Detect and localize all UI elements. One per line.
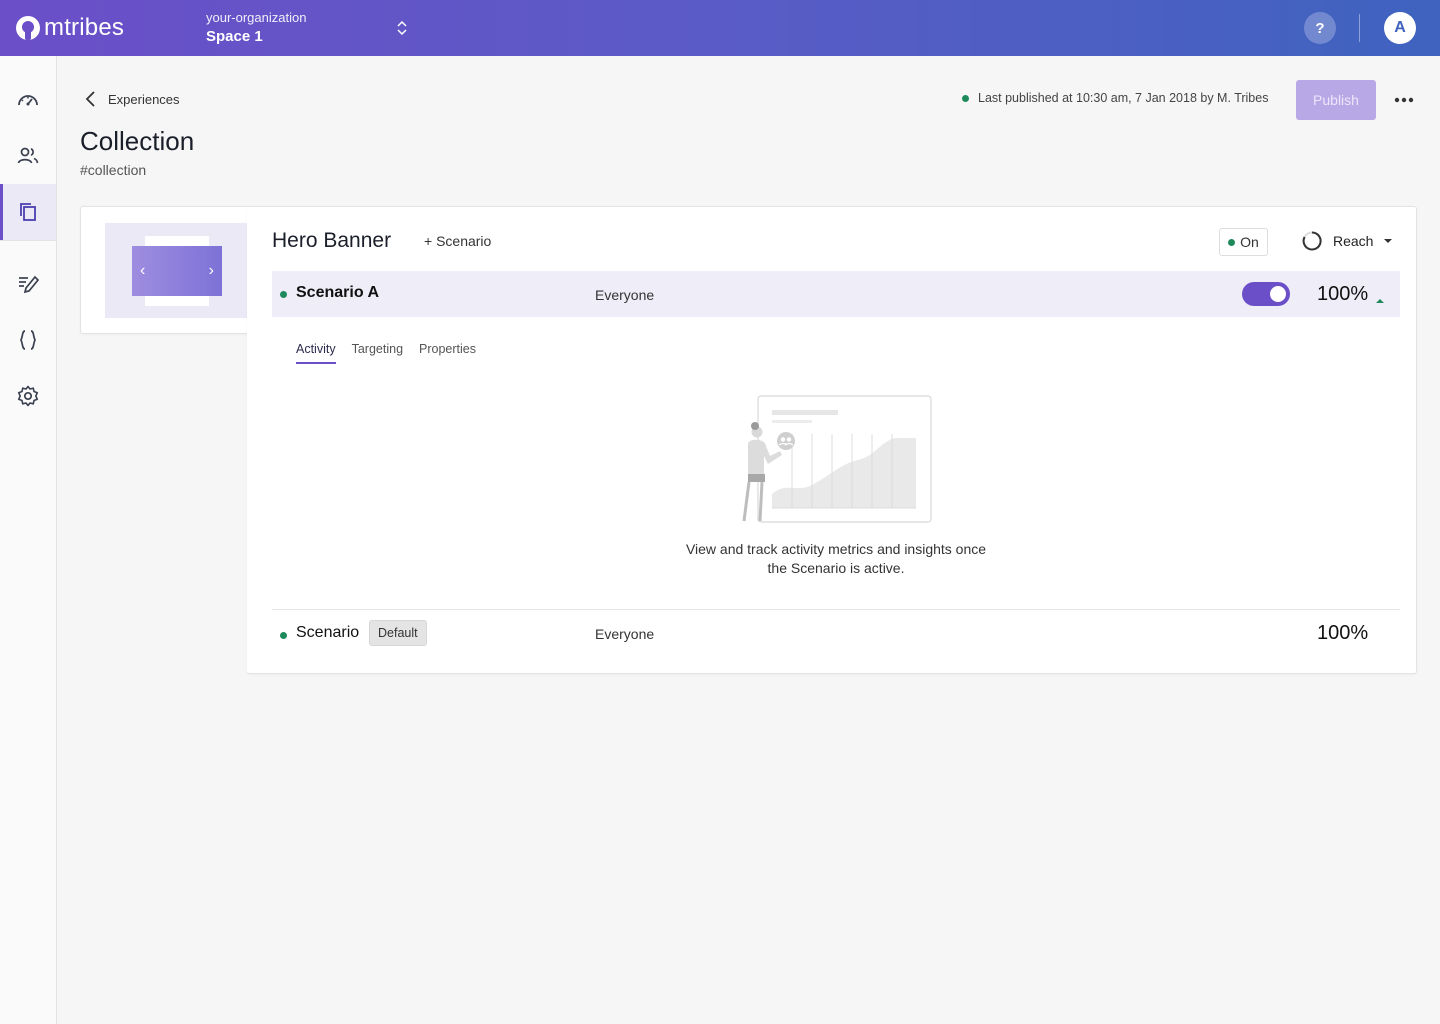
experience-title: Hero Banner: [272, 229, 392, 252]
sidebar-divider: [0, 240, 56, 241]
reach-dropdown[interactable]: Reach: [1301, 230, 1393, 252]
scenario-name: Scenario A: [296, 284, 379, 301]
scenario-audience: Everyone: [595, 287, 655, 303]
edit-icon: [19, 275, 40, 294]
tab-properties[interactable]: Properties: [419, 342, 476, 364]
sidebar-item-audience[interactable]: [0, 128, 56, 184]
braces-icon: [20, 330, 36, 350]
scenario-name: Scenario: [296, 624, 360, 641]
add-scenario-button[interactable]: + Scenario: [424, 233, 491, 249]
reach-circle-icon: [1302, 231, 1322, 251]
breadcrumb-label: Experiences: [108, 91, 180, 107]
tab-targeting[interactable]: Targeting: [352, 342, 403, 364]
logo-mark-icon: [16, 16, 40, 40]
sidebar-item-edit[interactable]: [0, 256, 56, 312]
organization-name: your-organization: [206, 10, 307, 25]
publish-status: Last published at 10:30 am, 7 Jan 2018 b…: [962, 91, 1268, 105]
page-key: #collection: [80, 162, 147, 178]
sidebar-item-experiences[interactable]: [0, 184, 56, 240]
empty-state-message: View and track activity metrics and insi…: [685, 541, 987, 576]
scenario-toggle[interactable]: [1242, 282, 1290, 306]
people-icon: [17, 147, 39, 164]
scenario-row[interactable]: Scenario Default Everyone 100%: [272, 612, 1400, 658]
speedometer-icon: [18, 95, 38, 106]
gear-icon: [17, 385, 39, 407]
caret-up-icon[interactable]: [1375, 291, 1385, 309]
logo-text: mtribes: [44, 14, 125, 41]
chevron-right-icon: ›: [208, 262, 214, 279]
scenario-tabs: Activity Targeting Properties: [296, 342, 476, 364]
reach-label: Reach: [1333, 233, 1374, 249]
copy-icon: [20, 203, 36, 221]
space-name: Space 1: [206, 28, 263, 45]
state-badge[interactable]: On: [1219, 228, 1268, 256]
state-label: On: [1240, 234, 1259, 250]
logo[interactable]: mtribes: [16, 14, 124, 42]
chevron-left-icon: [85, 91, 95, 107]
sidebar: [0, 56, 57, 1024]
status-dot-icon: [962, 94, 969, 102]
chevron-left-icon: ‹: [140, 262, 146, 279]
hero-banner-preview: ‹ ›: [132, 246, 222, 296]
tab-activity[interactable]: Activity: [296, 342, 336, 364]
top-bar: mtribes your-organization Space 1 ? A: [0, 0, 1440, 56]
scenario-audience: Everyone: [595, 626, 655, 642]
breadcrumb[interactable]: Experiences: [84, 90, 180, 108]
scenario-row[interactable]: Scenario A Everyone 100%: [272, 271, 1400, 317]
sidebar-item-code[interactable]: [0, 312, 56, 368]
space-selector[interactable]: your-organization Space 1: [206, 10, 306, 45]
status-dot-icon: [280, 291, 287, 298]
status-dot-icon: [1228, 238, 1236, 246]
publish-status-text: Last published at 10:30 am, 7 Jan 2018 b…: [978, 91, 1269, 105]
divider: [1359, 14, 1360, 42]
experience-thumbnail[interactable]: ‹ ›: [80, 206, 249, 334]
status-dot-icon: [280, 632, 287, 639]
publish-button[interactable]: Publish: [1296, 80, 1376, 120]
sidebar-item-settings[interactable]: [0, 368, 56, 424]
caret-down-icon: [1384, 239, 1393, 243]
more-horizontal-icon: [1394, 97, 1414, 103]
page-title: Collection: [80, 126, 195, 156]
thumbnail-preview: ‹ ›: [105, 223, 249, 318]
default-badge: Default: [369, 620, 427, 646]
sidebar-item-dashboard[interactable]: [0, 72, 56, 128]
scenario-percent: 100%: [1317, 283, 1369, 305]
row-divider: [272, 609, 1400, 610]
activity-illustration: [742, 395, 932, 523]
avatar[interactable]: A: [1384, 12, 1416, 44]
more-options-button[interactable]: [1392, 88, 1416, 112]
scenario-percent: 100%: [1317, 622, 1369, 644]
help-button[interactable]: ?: [1304, 12, 1336, 44]
up-down-chevron-icon[interactable]: [394, 18, 410, 38]
